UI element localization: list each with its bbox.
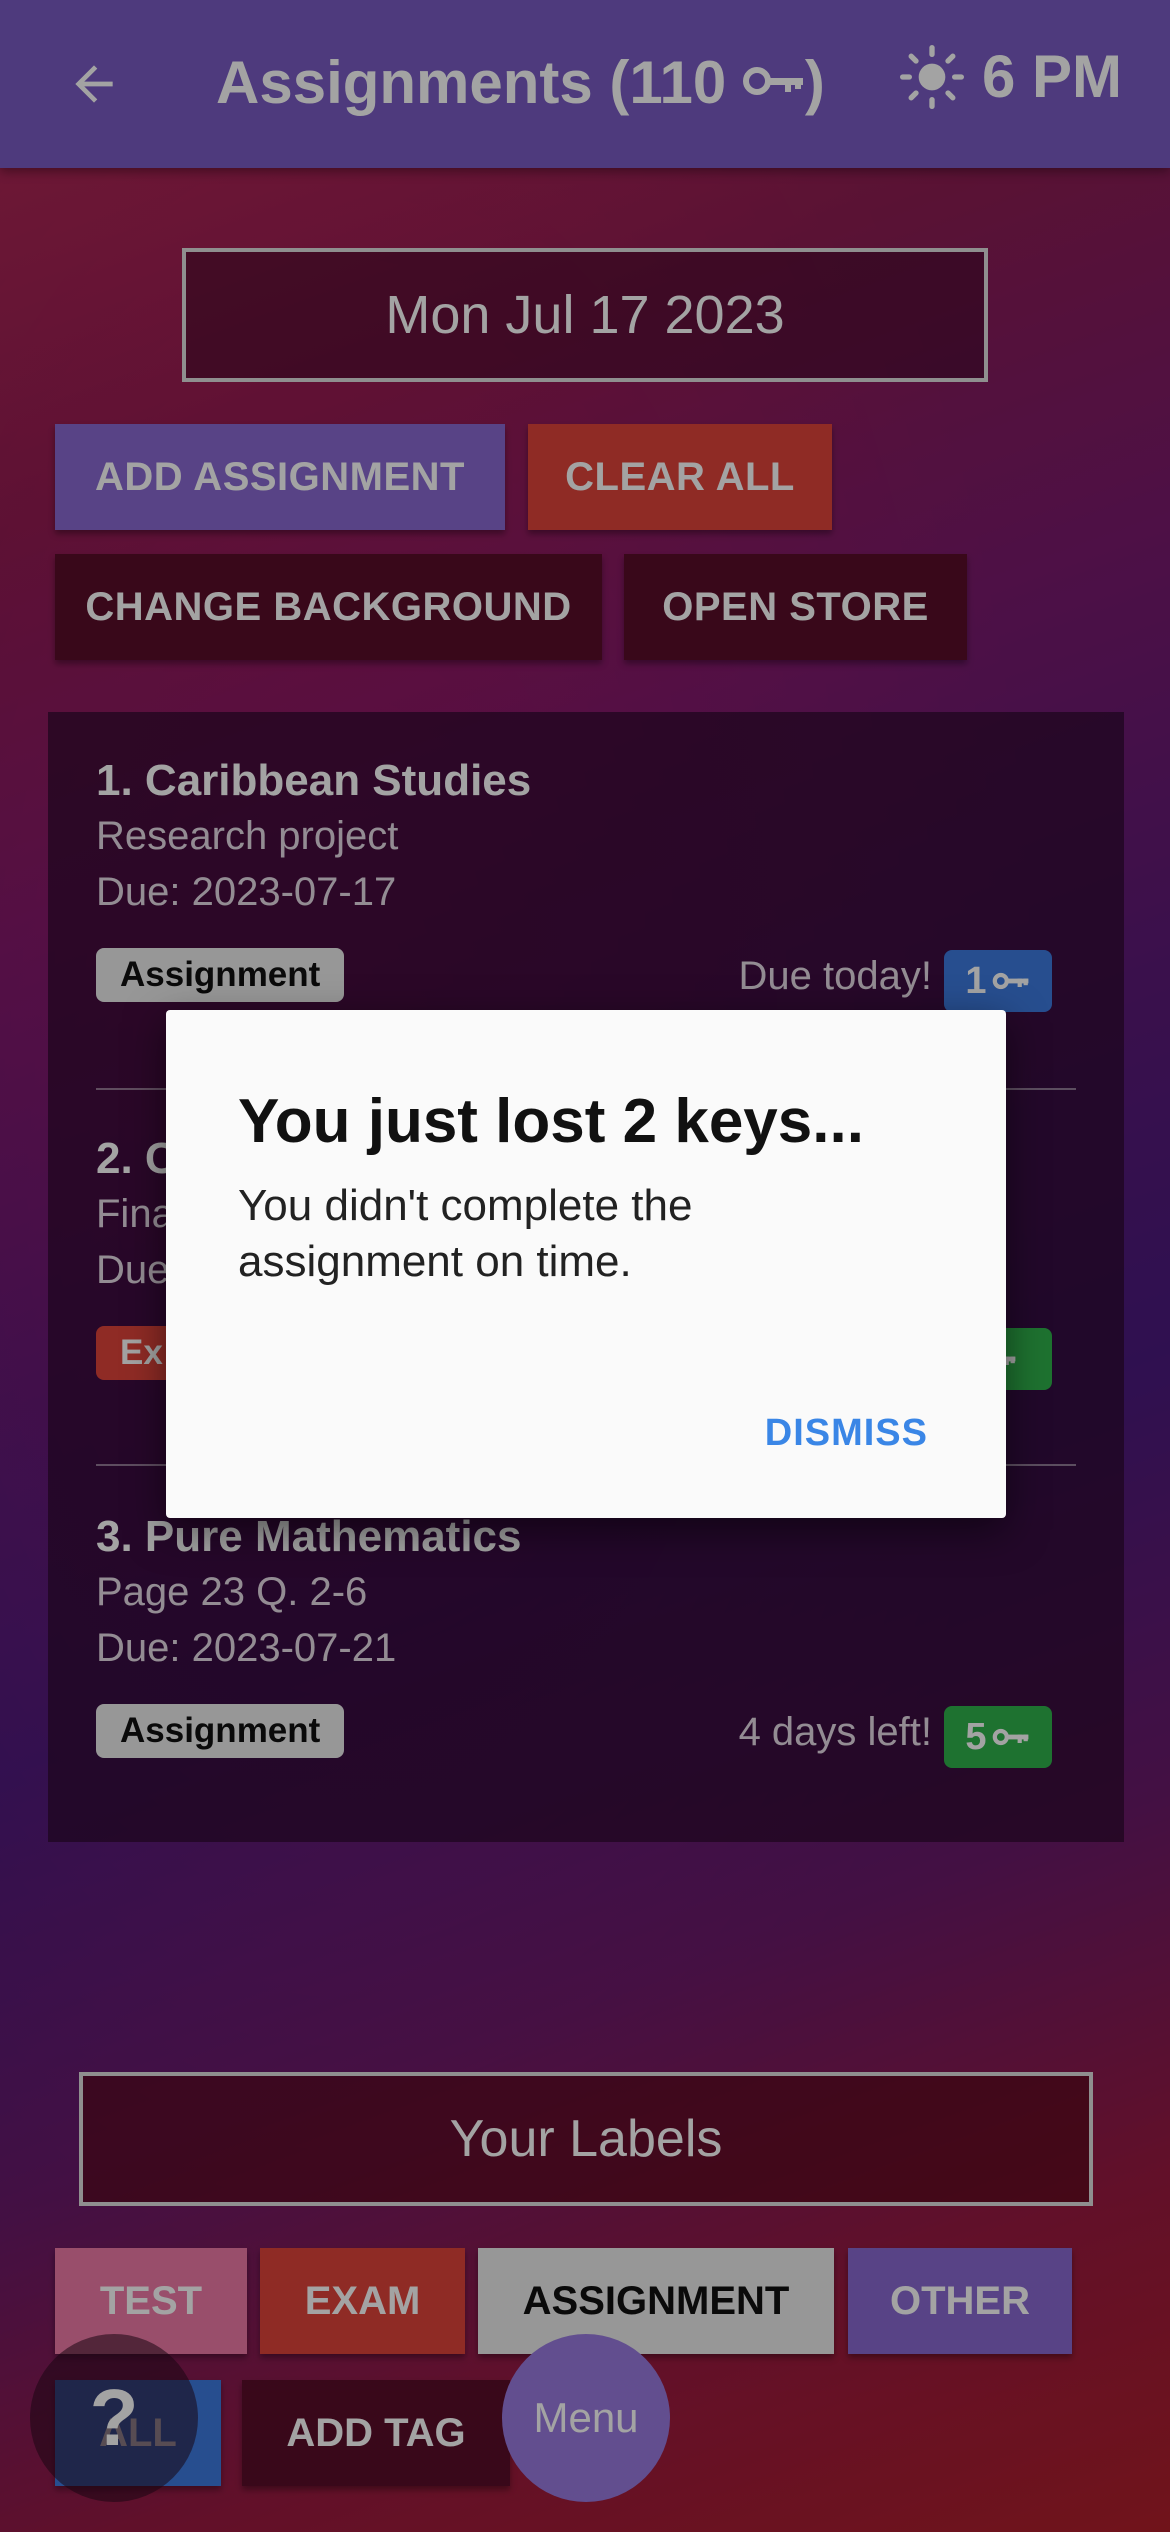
dismiss-button[interactable]: DISMISS <box>765 1412 928 1455</box>
alert-dialog: You just lost 2 keys... You didn't compl… <box>166 1010 1006 1518</box>
dialog-message: You didn't complete the assignment on ti… <box>238 1181 693 1286</box>
dialog-title: You just lost 2 keys... <box>238 1087 864 1156</box>
